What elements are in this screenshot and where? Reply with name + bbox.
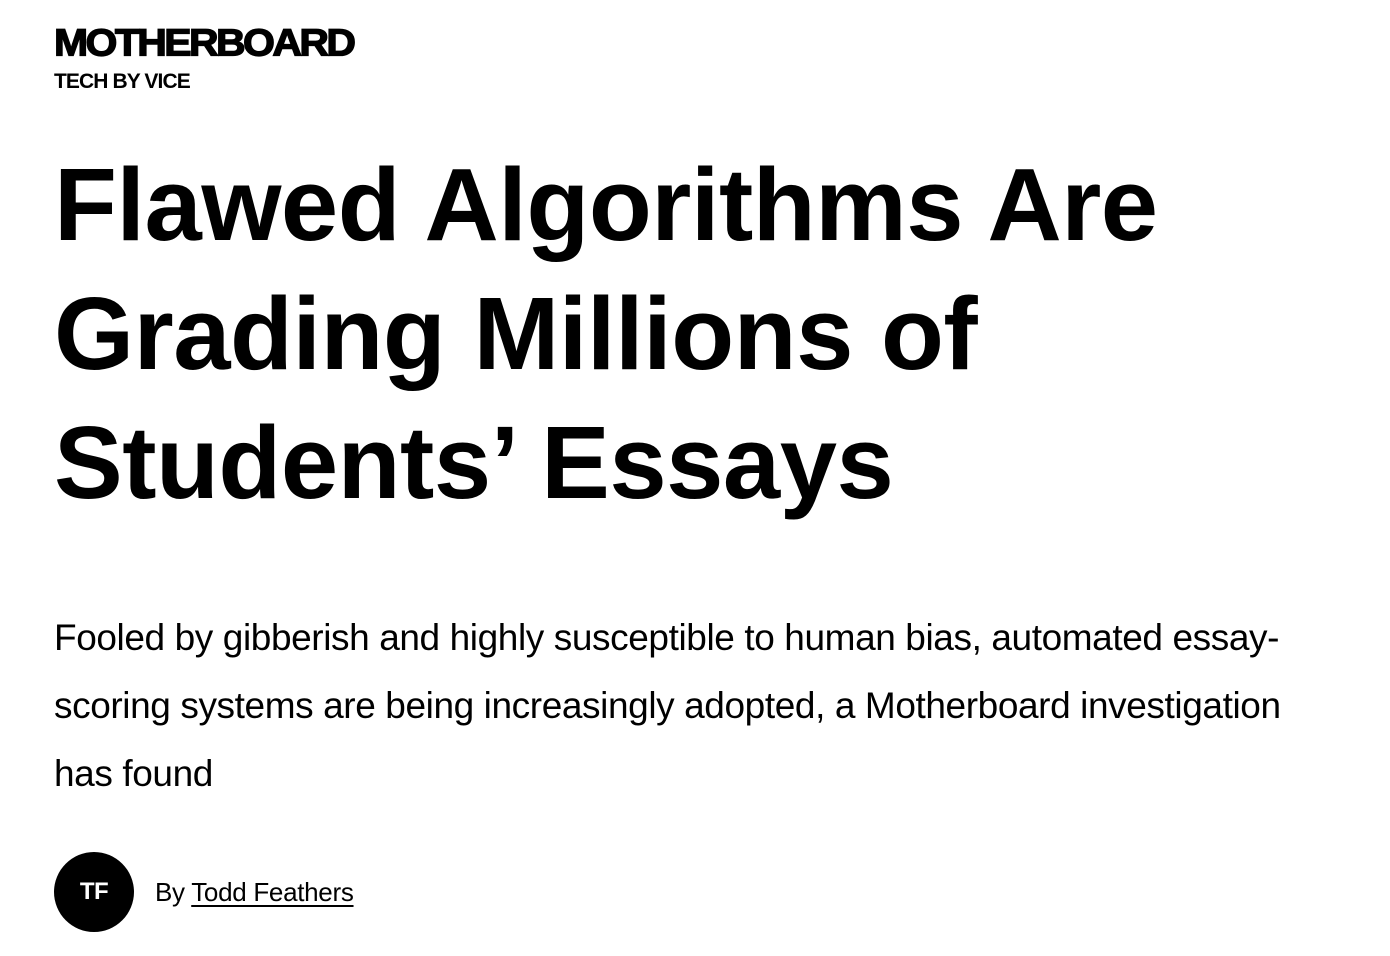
author-avatar-initials: TF — [79, 878, 109, 905]
byline-text: By Todd Feathers — [155, 877, 354, 907]
article-page: MOTHERBOARD TECH BY VICE Flawed Algorith… — [0, 0, 1390, 956]
article-dek: Fooled by gibberish and highly susceptib… — [54, 617, 1281, 794]
site-logo[interactable]: MOTHERBOARD TECH BY VICE — [53, 21, 356, 94]
author-avatar[interactable]: TF — [54, 852, 134, 932]
logo-wordmark: MOTHERBOARD — [53, 21, 356, 64]
byline-prefix: By — [155, 877, 185, 907]
byline: TF By Todd Feathers — [54, 852, 354, 932]
logo-tagline: TECH BY VICE — [54, 70, 191, 93]
author-link[interactable]: Todd Feathers — [191, 877, 354, 907]
article-headline: Flawed Algorithms Are Grading Millions o… — [54, 147, 1158, 520]
